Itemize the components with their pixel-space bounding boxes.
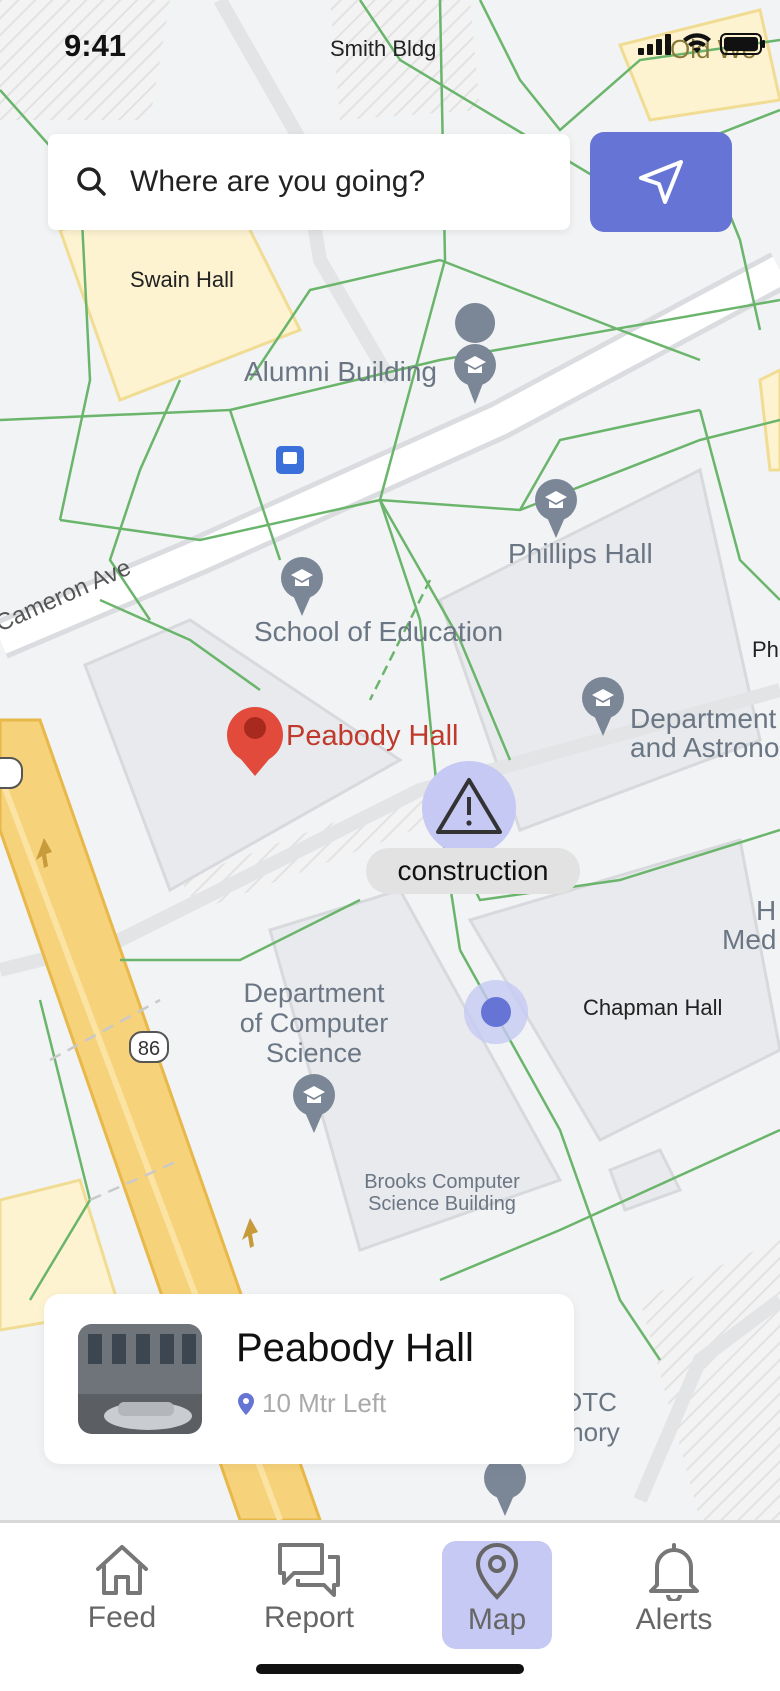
tab-report-label: Report	[263, 1601, 355, 1634]
status-bar: 9:41 Smith Bldg	[0, 0, 780, 95]
user-location-dot	[464, 980, 528, 1044]
search-bar[interactable]	[48, 134, 570, 230]
home-icon	[96, 1545, 148, 1595]
tab-report[interactable]: Report	[254, 1541, 364, 1649]
place-distance-text: 10 Mtr Left	[262, 1388, 387, 1418]
peabody-hall-map-label: Peabody Hall	[286, 720, 459, 752]
place-title: Peabody Hall	[236, 1326, 474, 1370]
swain-hall-label: Swain Hall	[130, 267, 234, 292]
brooks-label-line2: Science Building	[368, 1193, 516, 1215]
hmed-label-line1: H	[756, 895, 776, 926]
tab-alerts-label: Alerts	[635, 1603, 713, 1636]
place-card[interactable]: Peabody Hall 10 Mtr Left	[44, 1294, 574, 1464]
place-distance: 10 Mtr Left	[236, 1388, 386, 1419]
school-of-education-label: School of Education	[254, 616, 503, 647]
tab-alerts[interactable]: Alerts	[619, 1541, 729, 1649]
tab-feed-label: Feed	[87, 1601, 157, 1634]
wifi-icon	[683, 33, 711, 53]
navigation-arrow-icon	[639, 160, 683, 204]
astronomy-label-line2: and Astrono	[630, 732, 779, 763]
construction-label: construction	[366, 848, 580, 894]
tab-map[interactable]: Map	[442, 1541, 552, 1649]
alumni-building-label: Alumni Building	[244, 356, 437, 387]
chapman-hall-label: Chapman Hall	[583, 995, 722, 1020]
bell-icon	[649, 1543, 699, 1601]
cs-label-line3: Science	[266, 1038, 362, 1068]
hmed-label-line2: Med	[722, 924, 776, 955]
location-pin-icon	[475, 1542, 519, 1600]
status-location: Smith Bldg	[330, 36, 437, 61]
construction-hazard-icon[interactable]	[422, 761, 516, 855]
tab-feed[interactable]: Feed	[67, 1541, 177, 1649]
tab-map-label: Map	[467, 1603, 527, 1636]
location-pin-icon	[238, 1392, 254, 1415]
astronomy-label-line1: Department	[630, 703, 777, 734]
phillips-hall-label: Phillips Hall	[508, 538, 653, 569]
home-indicator	[256, 1664, 524, 1674]
cs-label-line2: of Computer	[240, 1008, 389, 1038]
place-thumbnail	[78, 1324, 202, 1434]
cs-label-line1: Department	[243, 978, 385, 1008]
search-icon	[77, 167, 106, 196]
brooks-label-line1: Brooks Computer	[364, 1171, 520, 1193]
search-input[interactable]	[128, 164, 552, 200]
chat-icon	[278, 1543, 340, 1597]
tab-bar: Feed Report Map Alerts	[0, 1520, 780, 1691]
status-time: 9:41	[64, 28, 127, 63]
battery-icon	[720, 33, 765, 55]
route-86-shield: 86	[138, 1038, 160, 1060]
ph-label: Ph	[752, 637, 779, 662]
cellular-signal-icon	[638, 34, 671, 55]
navigate-button[interactable]	[590, 132, 732, 232]
